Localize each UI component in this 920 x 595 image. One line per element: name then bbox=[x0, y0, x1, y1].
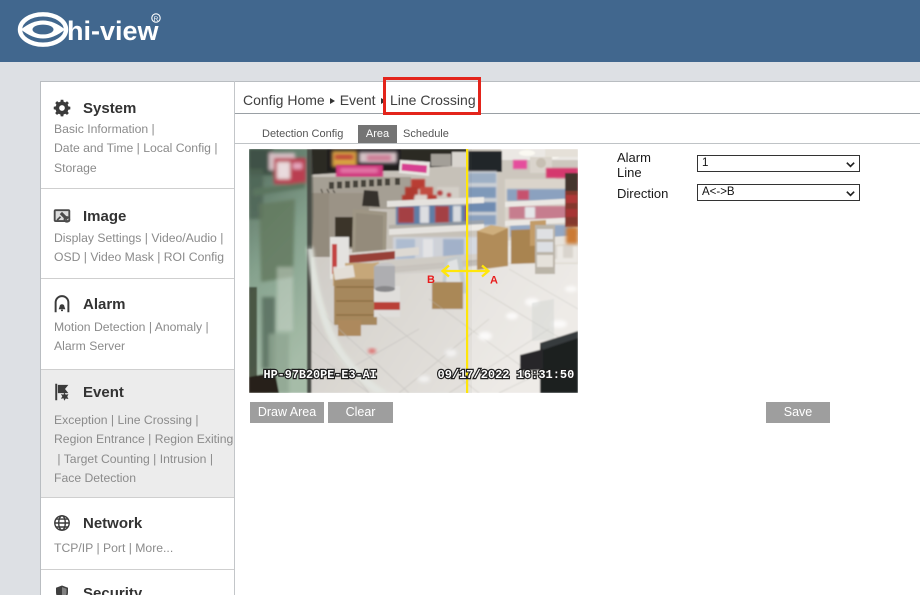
svg-text:hi-view: hi-view bbox=[67, 16, 160, 46]
svg-text:09/17/2022 16:31:50: 09/17/2022 16:31:50 bbox=[438, 368, 575, 382]
svg-text:A: A bbox=[490, 275, 498, 287]
svg-text:B: B bbox=[427, 274, 435, 286]
svg-text:HP-97B20PE-E3-AI: HP-97B20PE-E3-AI bbox=[264, 368, 377, 382]
svg-text:R: R bbox=[154, 16, 159, 23]
